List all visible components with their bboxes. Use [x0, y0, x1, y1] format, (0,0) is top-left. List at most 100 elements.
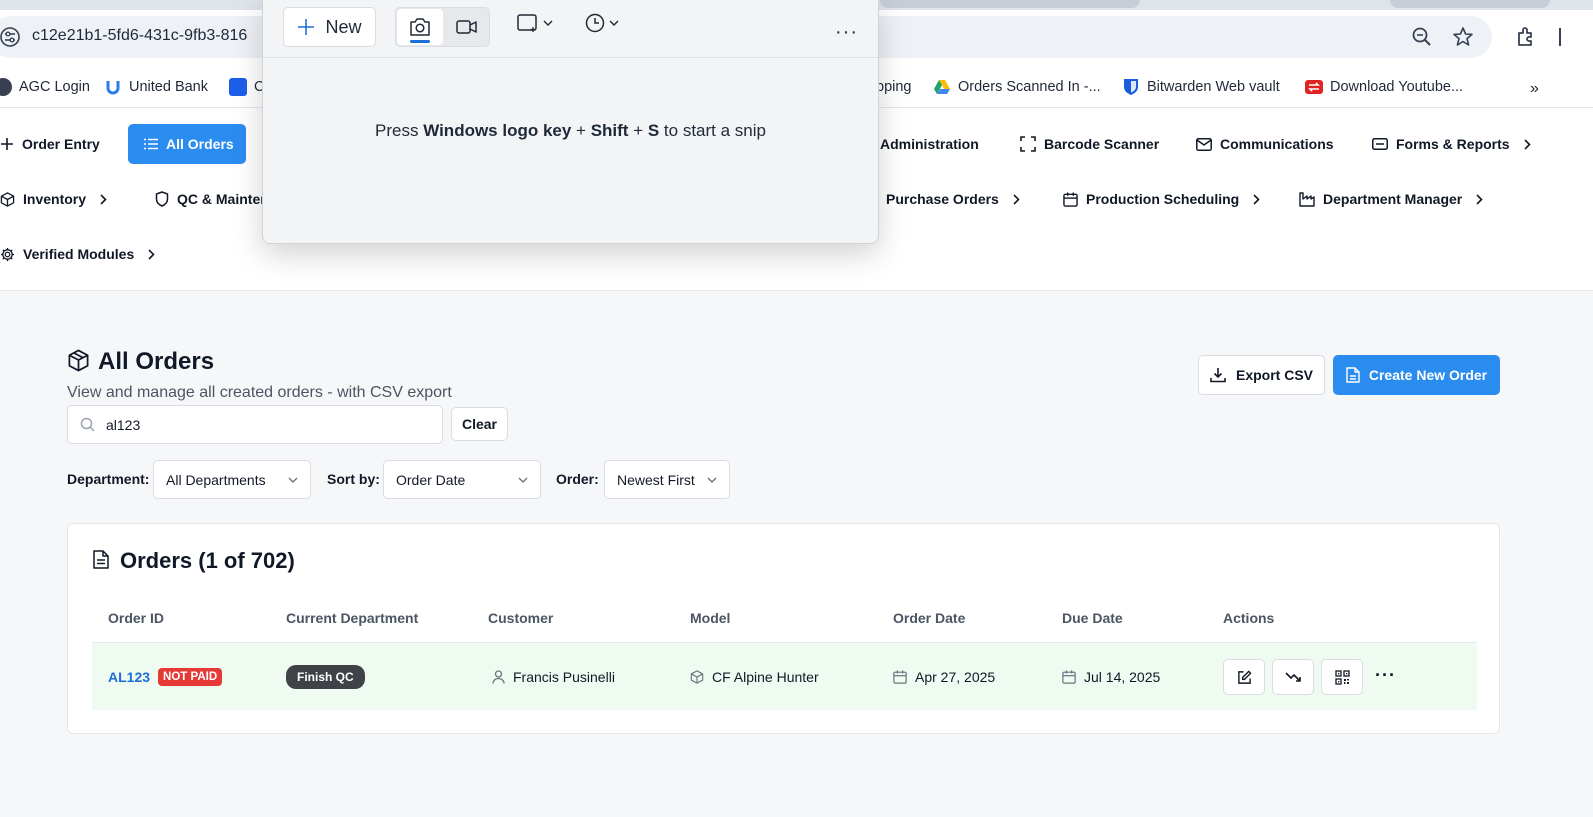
url-text[interactable]: c12e21b1-5fd6-431c-9fb3-816	[32, 27, 247, 45]
bookmark-united-bank[interactable]: United Bank	[104, 74, 208, 100]
agc-favicon-icon	[0, 78, 12, 96]
factory-icon	[1299, 191, 1315, 207]
order-date: Apr 27, 2025	[915, 668, 996, 685]
video-camera-icon	[456, 20, 477, 34]
bookmark-bitwarden[interactable]: Bitwarden Web vault	[1122, 74, 1280, 100]
nav-inventory[interactable]: Inventory	[0, 179, 107, 219]
nav-label: Verified Modules	[23, 246, 135, 262]
create-new-order-button[interactable]: Create New Order	[1333, 355, 1500, 395]
nav-label: Department Manager	[1323, 191, 1463, 207]
site-settings-icon[interactable]	[0, 27, 20, 47]
hint-plus: +	[571, 121, 591, 140]
bookmark-c[interactable]: C	[229, 74, 264, 100]
advance-department-button[interactable]	[1272, 659, 1314, 695]
column-header-current-department[interactable]: Current Department	[286, 610, 418, 626]
model-cell: CF Alpine Hunter	[690, 643, 819, 710]
rectangle-snip-icon	[517, 14, 537, 32]
hint-key-windows: Windows logo key	[423, 121, 572, 140]
browser-tab[interactable]	[880, 0, 1140, 8]
nav-forms-reports[interactable]: Forms & Reports	[1372, 124, 1531, 164]
hint-text: Press	[375, 121, 424, 140]
package-icon	[690, 669, 704, 684]
browser-tab[interactable]	[1390, 0, 1550, 8]
order-search-field[interactable]	[67, 405, 443, 444]
bookmark-label: Download Youtube...	[1330, 79, 1464, 95]
snipping-toolbar: New ···	[263, 0, 878, 58]
nav-production-scheduling[interactable]: Production Scheduling	[1063, 179, 1260, 219]
department-badge: Finish QC	[286, 664, 365, 689]
search-input[interactable]	[106, 414, 426, 436]
qr-code-icon	[1334, 669, 1350, 685]
column-header-model[interactable]: Model	[690, 610, 730, 626]
sort-by-select[interactable]: Order Date	[383, 460, 541, 499]
edit-order-button[interactable]	[1223, 659, 1265, 695]
column-header-customer[interactable]: Customer	[488, 610, 553, 626]
snip-shape-dropdown[interactable]	[517, 13, 553, 33]
bookmark-shopping[interactable]: pping	[876, 74, 911, 100]
nav-label: Production Scheduling	[1086, 191, 1240, 207]
nav-label: QC & Mainter	[177, 191, 266, 207]
gear-icon	[0, 247, 15, 261]
google-drive-icon	[934, 80, 950, 94]
snip-instructions: Press Windows logo key + Shift + S to st…	[263, 121, 878, 141]
blue-favicon-icon	[229, 78, 247, 96]
column-header-due-date[interactable]: Due Date	[1062, 610, 1123, 626]
department-filter-label: Department:	[67, 471, 150, 487]
side-panel-icon[interactable]	[1556, 25, 1566, 49]
order-id-link[interactable]: AL123	[108, 669, 150, 685]
zoom-icon[interactable]	[1411, 26, 1433, 48]
order-direction-select[interactable]: Newest First	[604, 460, 730, 499]
export-csv-button[interactable]: Export CSV	[1198, 355, 1325, 395]
bookmark-orders-scanned[interactable]: Orders Scanned In -...	[933, 74, 1101, 100]
active-mode-indicator	[410, 40, 430, 43]
search-icon	[80, 417, 95, 432]
column-header-order-date[interactable]: Order Date	[893, 610, 965, 626]
nav-all-orders[interactable]: All Orders	[128, 124, 246, 164]
bookmark-agc-login[interactable]: AGC Login	[0, 74, 90, 100]
bookmark-download-youtube[interactable]: Download Youtube...	[1305, 74, 1463, 100]
bookmark-label: pping	[876, 79, 912, 95]
bookmark-star-icon[interactable]	[1452, 26, 1474, 48]
form-icon	[1372, 138, 1388, 150]
clock-icon	[585, 13, 605, 33]
new-snip-label: New	[325, 16, 362, 37]
order-direction-label: Order:	[556, 471, 599, 487]
nav-order-entry[interactable]: Order Entry	[0, 124, 100, 164]
nav-barcode-scanner[interactable]: Barcode Scanner	[1020, 124, 1159, 164]
bookmarks-overflow-button[interactable]: »	[1530, 80, 1539, 98]
nav-communications[interactable]: Communications	[1196, 124, 1334, 164]
calendar-icon	[1062, 669, 1076, 684]
department-select-value: All Departments	[166, 471, 266, 488]
new-snip-button[interactable]: New	[283, 7, 376, 47]
camera-icon	[410, 18, 430, 36]
extensions-icon[interactable]	[1514, 25, 1538, 49]
customer-name: Francis Pusinelli	[513, 668, 615, 685]
nav-purchase-orders[interactable]: Purchase Orders	[868, 179, 1020, 219]
department-select[interactable]: All Departments	[153, 460, 311, 499]
nav-verified-modules[interactable]: Verified Modules	[0, 234, 155, 274]
model-name: CF Alpine Hunter	[712, 668, 819, 685]
document-icon	[93, 550, 109, 569]
package-icon	[68, 349, 89, 372]
video-mode-button[interactable]	[445, 9, 489, 45]
nav-department-manager[interactable]: Department Manager	[1299, 179, 1483, 219]
hint-key-s: S	[647, 121, 660, 140]
snip-delay-dropdown[interactable]	[585, 13, 619, 33]
clear-search-button[interactable]: Clear	[451, 407, 508, 441]
export-csv-label: Export CSV	[1235, 367, 1313, 383]
qr-code-button[interactable]	[1321, 659, 1363, 695]
screenshot-mode-button[interactable]	[397, 9, 443, 45]
nav-label: Communications	[1220, 136, 1334, 152]
column-header-order-id[interactable]: Order ID	[108, 610, 164, 626]
more-actions-button[interactable]: ···	[1375, 665, 1396, 686]
calendar-icon	[1063, 191, 1078, 207]
due-date-cell: Jul 14, 2025	[1062, 643, 1160, 710]
nav-qc-maintenance[interactable]: QC & Mainter	[155, 179, 266, 219]
bookmark-label: United Bank	[129, 79, 208, 95]
snip-more-options-button[interactable]: ···	[835, 21, 858, 44]
snip-mode-toggle	[395, 7, 490, 47]
table-row[interactable]: AL123 NOT PAID Finish QC Francis Pusinel…	[92, 643, 1477, 710]
order-id-cell: AL123 NOT PAID	[108, 643, 223, 710]
sort-by-select-value: Order Date	[396, 471, 466, 488]
nav-label: Purchase Orders	[886, 191, 999, 207]
